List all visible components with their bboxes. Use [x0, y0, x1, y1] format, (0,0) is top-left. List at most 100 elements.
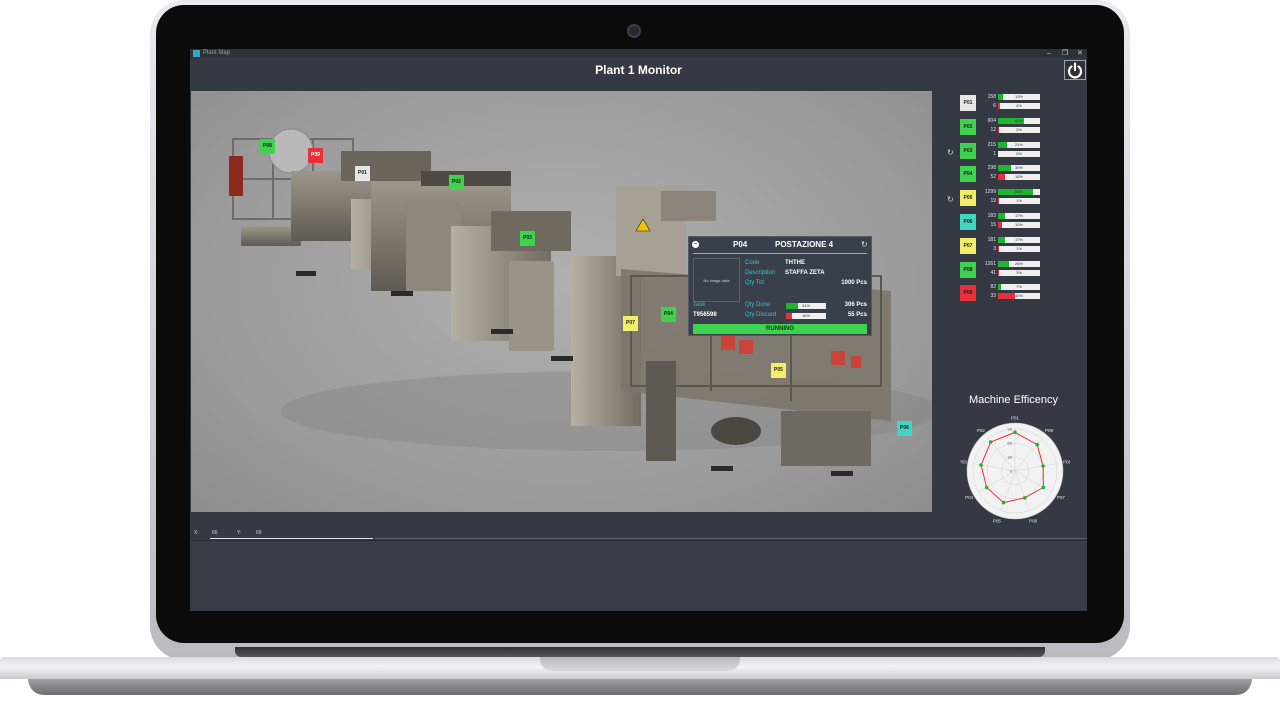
- qty-discard-bar: 16%: [786, 313, 826, 319]
- radar-axis-label-p03: P03: [960, 459, 967, 464]
- radar-point-p03: [979, 463, 983, 467]
- window-titlebar: Plant Map – ❐ ✕: [190, 49, 1087, 58]
- machine-row-p01[interactable]: P01 158 6 13% 4%: [950, 91, 1087, 115]
- machine-tag[interactable]: P08: [960, 261, 976, 278]
- plant-map-view[interactable]: P08 P09 P01 P02 P03 P04 P07 P05 P06 – P0…: [191, 91, 932, 512]
- discard-count: 52: [990, 174, 996, 181]
- machine-row-p02[interactable]: P02 604 12 61% 2%: [950, 115, 1087, 139]
- machine-row-p09[interactable]: P09 82 33 7% 40%: [950, 281, 1087, 305]
- discard-percent: 10%: [1014, 222, 1023, 227]
- description-value: STAFFA ZETA: [785, 270, 825, 276]
- popup-image-placeholder: No image data: [693, 258, 740, 302]
- y-label: Y:: [237, 530, 242, 536]
- machine-row-p06[interactable]: P06 183 15 17% 10%: [950, 210, 1087, 234]
- discard-percent: 2%: [1016, 126, 1022, 132]
- produced-count: 604: [987, 117, 996, 124]
- close-button[interactable]: ✕: [1077, 49, 1083, 58]
- discard-bar: 1%: [998, 245, 1040, 252]
- discard-count: 33: [990, 293, 996, 300]
- machine-tag[interactable]: P02: [960, 118, 976, 135]
- radar-point-p01: [1013, 430, 1017, 435]
- machine-row-p07[interactable]: P07 181 3 17% 1%: [950, 234, 1087, 258]
- produced-count: 1261: [984, 260, 996, 267]
- y-value: 69: [256, 530, 262, 536]
- radar-axis-label-p02: P02: [977, 428, 986, 433]
- machine-tag[interactable]: P07: [960, 237, 976, 254]
- map-tag-p06[interactable]: P06: [897, 421, 912, 436]
- map-tag-p09[interactable]: P09: [308, 148, 323, 163]
- efficiency-radar-chart: P01P09P08P07P06P05P04P03P02 9060300: [960, 416, 1070, 524]
- produced-bar: 83%: [998, 189, 1040, 196]
- discard-count: 15: [990, 222, 996, 228]
- task-value: T956598: [693, 312, 717, 318]
- laptop-bottom: [28, 679, 1252, 695]
- machine-row-p08[interactable]: P08 1261 41 26% 3%: [950, 258, 1087, 282]
- machine-tag[interactable]: P06: [960, 214, 976, 230]
- radar-axis-label-p04: P04: [965, 495, 974, 500]
- laptop-notch: [540, 657, 740, 671]
- map-tag-p04[interactable]: P04: [661, 307, 676, 322]
- qty-done-label: Qty Done: [745, 302, 771, 308]
- discard-percent: 16%: [1014, 174, 1023, 180]
- produced-bar: 30%: [998, 165, 1040, 172]
- refresh-icon[interactable]: ↻: [947, 148, 954, 157]
- power-button[interactable]: [1064, 60, 1086, 80]
- radar-point-p07: [1041, 485, 1046, 490]
- machine-row-p03[interactable]: ↻ P03 215 1 21% 0%: [947, 139, 1087, 163]
- machine-row-p04[interactable]: P04 298 52 30% 16%: [950, 162, 1087, 186]
- qty-done-bar: 31%: [786, 303, 826, 309]
- produced-percent: 26%: [1014, 260, 1023, 266]
- qty-discard-percent: 16%: [801, 313, 810, 318]
- produced-percent: 30%: [1014, 165, 1023, 171]
- efficiency-title: Machine Efficency: [968, 394, 1059, 406]
- refresh-icon[interactable]: ↻: [947, 195, 954, 204]
- produced-bar: 17%: [998, 213, 1040, 219]
- popup-close-icon[interactable]: –: [692, 241, 699, 248]
- qty-discard-value: 55 Pcs: [847, 312, 867, 318]
- minimize-button[interactable]: –: [1047, 49, 1051, 58]
- discard-percent: 40%: [1014, 293, 1023, 299]
- power-icon: [1067, 62, 1083, 79]
- discard-percent: 0%: [1016, 150, 1022, 156]
- qty-done-percent: 31%: [801, 303, 810, 308]
- status-divider: [375, 538, 1087, 539]
- x-value: 66: [212, 530, 218, 536]
- produced-percent: 83%: [1014, 189, 1023, 195]
- qty-tot-value: 1000 Pcs: [841, 280, 867, 286]
- machine-tag[interactable]: P01: [960, 95, 976, 111]
- code-label: Code: [745, 260, 760, 266]
- map-tag-p02[interactable]: P02: [449, 175, 464, 190]
- map-tag-p03[interactable]: P03: [520, 231, 535, 246]
- map-tag-p07[interactable]: P07: [623, 316, 638, 331]
- machine-tag[interactable]: P04: [960, 166, 976, 183]
- produced-percent: 21%: [1014, 141, 1023, 147]
- produced-bar: 13%: [998, 94, 1040, 100]
- machine-tag[interactable]: P05: [960, 190, 976, 207]
- app-icon: [193, 50, 200, 57]
- map-tag-p05[interactable]: P05: [771, 363, 786, 378]
- coordinates-underline: [210, 538, 373, 539]
- produced-percent: 61%: [1014, 117, 1023, 123]
- qty-done-value: 306 Pcs: [844, 302, 867, 308]
- produced-bar: 21%: [998, 141, 1040, 148]
- restore-button[interactable]: ❐: [1062, 49, 1068, 58]
- laptop-hinge: [235, 647, 1045, 657]
- machine-tag[interactable]: P09: [960, 285, 976, 302]
- popup-header: – P04 POSTAZIONE 4 ↻: [689, 237, 871, 252]
- discard-count: 41: [990, 269, 996, 276]
- produced-percent: 17%: [1014, 213, 1023, 218]
- machine-tag[interactable]: P03: [960, 142, 976, 159]
- popup-refresh-icon[interactable]: ↻: [861, 237, 868, 252]
- produced-count: 215: [987, 141, 996, 148]
- bottom-panel: [190, 540, 1087, 611]
- produced-count: 298: [987, 165, 996, 172]
- produced-count: 158: [987, 94, 996, 100]
- discard-percent: 1%: [1016, 198, 1022, 204]
- machine-row-p05[interactable]: ↻ P05 1299 19 83% 1%: [947, 186, 1087, 210]
- qty-tot-label: Qty Tot: [745, 280, 764, 286]
- description-label: Description: [745, 270, 776, 276]
- map-tag-p01[interactable]: P01: [355, 166, 370, 181]
- coordinates-bar: X: 66 Y: 69: [190, 527, 1087, 541]
- qty-discard-label: Qty Discard: [745, 312, 777, 318]
- map-tag-p08[interactable]: P08: [260, 139, 275, 154]
